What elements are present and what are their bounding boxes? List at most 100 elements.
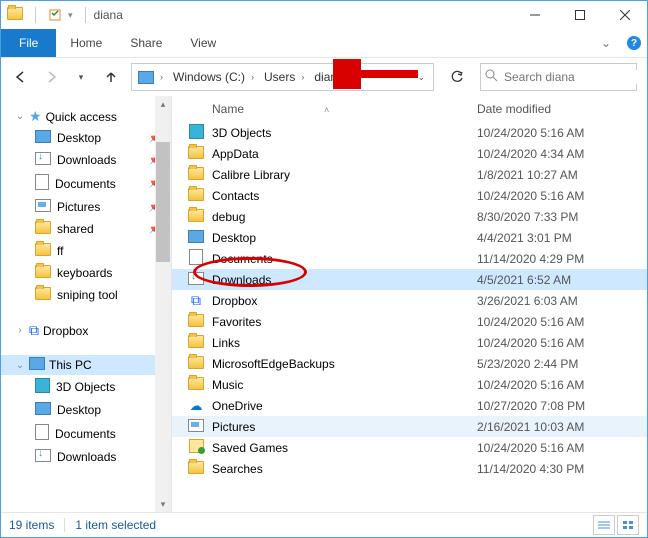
file-date: 10/27/2020 7:08 PM [477, 399, 647, 413]
file-date: 10/24/2020 5:16 AM [477, 441, 647, 455]
sidebar-item[interactable]: Desktop📌 [1, 127, 171, 149]
file-row[interactable]: debug8/30/2020 7:33 PM [172, 206, 647, 227]
file-row[interactable]: AppData10/24/2020 4:34 AM [172, 143, 647, 164]
file-date: 10/24/2020 5:16 AM [477, 336, 647, 350]
close-button[interactable] [602, 1, 647, 29]
chevron-right-icon[interactable]: › [297, 72, 308, 82]
up-button[interactable] [101, 67, 121, 87]
quick-access-header[interactable]: ⌄ ★ Quick access [1, 106, 171, 127]
scroll-thumb[interactable] [156, 142, 170, 262]
sidebar-item-label: ff [57, 244, 63, 258]
collapse-ribbon-icon[interactable]: ⌄ [591, 29, 621, 57]
sidebar-item-label: Documents [55, 427, 116, 441]
scroll-down-icon[interactable]: ▾ [155, 496, 171, 512]
tab-share[interactable]: Share [116, 29, 176, 57]
tab-file[interactable]: File [1, 29, 56, 57]
large-icons-view-button[interactable] [617, 515, 639, 535]
sidebar-item[interactable]: sniping tool [1, 284, 171, 306]
status-count: 19 items [9, 518, 54, 532]
tab-home[interactable]: Home [56, 29, 116, 57]
titlebar: ▾ diana [1, 1, 647, 29]
desktop-icon [35, 402, 51, 418]
file-row[interactable]: Favorites10/24/2020 5:16 AM [172, 311, 647, 332]
chevron-right-icon[interactable]: › [247, 72, 258, 82]
sidebar-item[interactable]: Pictures📌 [1, 196, 171, 218]
file-row[interactable]: ☁OneDrive10/27/2020 7:08 PM [172, 395, 647, 416]
file-date: 8/30/2020 7:33 PM [477, 210, 647, 224]
this-pc-header[interactable]: ⌄ This PC [1, 355, 171, 375]
sidebar-item[interactable]: ff [1, 240, 171, 262]
threed-icon [189, 124, 204, 142]
file-date: 2/16/2021 10:03 AM [477, 420, 647, 434]
file-row[interactable]: Saved Games10/24/2020 5:16 AM [172, 437, 647, 458]
sidebar-item[interactable]: Desktop [1, 399, 171, 421]
address-bar[interactable]: › Windows (C:) › Users › diana ⌄ [131, 63, 434, 91]
file-row[interactable]: MicrosoftEdgeBackups5/23/2020 2:44 PM [172, 353, 647, 374]
qat-dropdown-icon[interactable]: ▾ [68, 10, 73, 21]
file-name: Downloads [206, 273, 477, 287]
file-row[interactable]: ⧉Dropbox3/26/2021 6:03 AM [172, 290, 647, 311]
body: ⌄ ★ Quick access Desktop📌Downloads📌Docum… [1, 96, 647, 512]
details-view-button[interactable] [593, 515, 615, 535]
column-name[interactable]: Name [212, 102, 244, 116]
file-row[interactable]: 3D Objects10/24/2020 5:16 AM [172, 122, 647, 143]
folder-icon [7, 7, 23, 23]
desktop-icon [35, 130, 51, 146]
file-list[interactable]: 3D Objects10/24/2020 5:16 AMAppData10/24… [172, 122, 647, 512]
file-name: Dropbox [206, 294, 477, 308]
file-row[interactable]: Downloads4/5/2021 6:52 AM [172, 269, 647, 290]
qat-properties-icon[interactable] [48, 8, 62, 22]
breadcrumb-seg[interactable]: Users [258, 64, 297, 90]
scroll-up-icon[interactable]: ▴ [155, 96, 171, 112]
chevron-right-icon: › [15, 325, 25, 336]
file-name: debug [206, 210, 477, 224]
chevron-right-icon[interactable]: › [156, 72, 167, 82]
doc-icon [35, 174, 49, 193]
back-button[interactable] [11, 67, 31, 87]
status-bar: 19 items 1 item selected [1, 512, 647, 537]
file-row[interactable]: Calibre Library1/8/2021 10:27 AM [172, 164, 647, 185]
folder-icon [188, 146, 204, 162]
maximize-button[interactable] [557, 1, 602, 29]
column-date[interactable]: Date modified [477, 102, 551, 116]
pic-icon [35, 199, 51, 215]
tab-view[interactable]: View [176, 29, 230, 57]
file-date: 10/24/2020 5:16 AM [477, 378, 647, 392]
forward-button[interactable] [41, 67, 61, 87]
file-row[interactable]: Documents11/14/2020 4:29 PM [172, 248, 647, 269]
column-headers: Name˄ Date modified [172, 96, 647, 122]
search-box[interactable] [480, 63, 637, 91]
file-row[interactable]: Contacts10/24/2020 5:16 AM [172, 185, 647, 206]
refresh-button[interactable] [444, 64, 470, 90]
breadcrumb-seg[interactable]: Windows (C:) [167, 64, 247, 90]
search-input[interactable] [502, 70, 648, 84]
file-row[interactable]: Pictures2/16/2021 10:03 AM [172, 416, 647, 437]
sidebar-item-label: 3D Objects [56, 380, 115, 394]
file-row[interactable]: Links10/24/2020 5:16 AM [172, 332, 647, 353]
sidebar-item[interactable]: Documents📌 [1, 171, 171, 196]
window-title: diana [94, 8, 123, 22]
folder-icon [188, 335, 204, 351]
file-row[interactable]: Desktop4/4/2021 3:01 PM [172, 227, 647, 248]
sidebar-item[interactable]: 3D Objects [1, 375, 171, 399]
help-button[interactable]: ? [621, 29, 647, 57]
minimize-button[interactable] [512, 1, 557, 29]
file-date: 4/5/2021 6:52 AM [477, 273, 647, 287]
divider [35, 7, 36, 23]
sidebar-item[interactable]: shared📌 [1, 218, 171, 240]
sidebar-item-label: Documents [55, 177, 116, 191]
saved-icon [189, 439, 204, 456]
address-dropdown-icon[interactable]: ⌄ [409, 72, 433, 83]
sidebar-item[interactable]: Documents [1, 421, 171, 446]
file-row[interactable]: Searches11/14/2020 4:30 PM [172, 458, 647, 479]
pic-icon [188, 419, 204, 435]
recent-locations-button[interactable]: ▾ [71, 67, 91, 87]
navpane-scrollbar[interactable]: ▴ ▾ [155, 96, 171, 512]
sidebar-item[interactable]: keyboards [1, 262, 171, 284]
file-row[interactable]: Music10/24/2020 5:16 AM [172, 374, 647, 395]
sidebar-item[interactable]: Downloads📌 [1, 149, 171, 171]
dropbox-header[interactable]: › ⧉ Dropbox [1, 320, 171, 341]
sidebar-item[interactable]: Downloads [1, 446, 171, 468]
file-date: 10/24/2020 5:16 AM [477, 315, 647, 329]
breadcrumb-seg[interactable]: diana [308, 64, 345, 90]
